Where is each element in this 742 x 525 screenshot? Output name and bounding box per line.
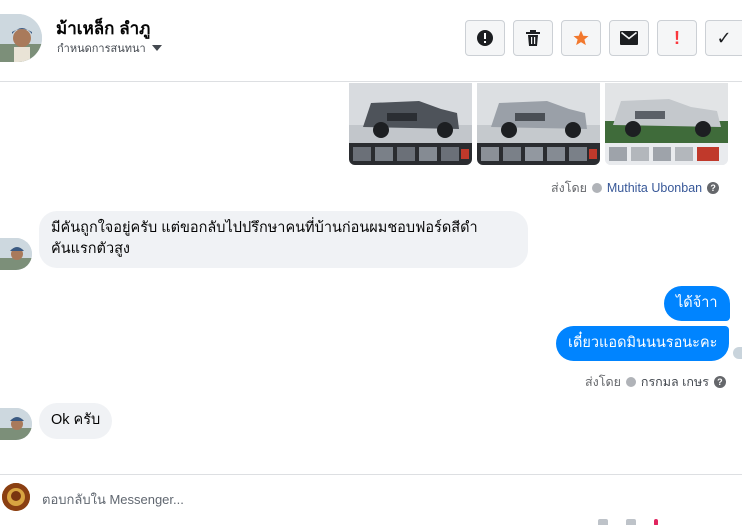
saved-reply-icon[interactable] — [654, 519, 658, 525]
admin-check-icon — [591, 183, 602, 193]
contact-avatar-small[interactable] — [0, 238, 32, 270]
message-thread[interactable]: ส่งโดย Muthita Ubonban ? มีคันถูกใจอยู่ค… — [0, 83, 742, 473]
help-icon[interactable]: ? — [713, 376, 726, 388]
delete-button[interactable] — [513, 20, 553, 56]
attachment-photo[interactable] — [605, 83, 728, 165]
composer-toolbar — [598, 519, 658, 525]
outgoing-message[interactable]: เดี๋ยวแอดมินนนรอนะคะ — [556, 326, 730, 361]
message-line: คันแรกตัวสูง — [51, 241, 131, 257]
sent-by-info: ส่งโดย Muthita Ubonban ? — [551, 178, 720, 198]
reply-composer: ตอบกลับใน Messenger... — [0, 474, 742, 525]
outgoing-message[interactable]: ได้จ้าา — [664, 286, 730, 321]
emoji-icon[interactable] — [626, 519, 636, 525]
mark-unread-button[interactable] — [609, 20, 649, 56]
sent-by-info: ส่งโดย กรกมล เกษร ? — [585, 372, 726, 392]
conversation-schedule-dropdown[interactable]: กำหนดการสนทนา — [57, 39, 162, 57]
contact-name[interactable]: ม้าเหล็ก ลำภู — [56, 15, 150, 42]
trash-icon — [526, 30, 540, 46]
follow-up-button[interactable]: ! — [657, 20, 697, 56]
truck-photo-2 — [477, 83, 600, 165]
page-avatar — [2, 483, 30, 511]
read-receipt-avatar — [733, 347, 742, 359]
attachment-icon[interactable] — [598, 519, 608, 525]
alert-circle-icon — [477, 30, 493, 46]
star-button[interactable] — [561, 20, 601, 56]
attachment-row — [349, 83, 728, 165]
sent-by-prefix: ส่งโดย — [551, 181, 587, 195]
message-line: มีคันถูกใจอยู่ครับ แต่ขอกลับไปปรึกษาคนที… — [51, 220, 478, 236]
truck-photo-3 — [605, 83, 728, 165]
conversation-header: ม้าเหล็ก ลำภู กำหนดการสนทนา ! ✓ — [0, 0, 742, 82]
sender-name[interactable]: Muthita Ubonban — [607, 181, 702, 195]
star-icon — [573, 30, 589, 46]
sender-name[interactable]: กรกมล เกษร — [641, 372, 709, 392]
exclamation-icon: ! — [674, 27, 680, 48]
admin-check-icon — [625, 377, 636, 387]
mark-spam-button[interactable] — [465, 20, 505, 56]
incoming-message[interactable]: Ok ครับ — [39, 403, 113, 439]
truck-photo-1 — [349, 83, 472, 165]
contact-avatar[interactable] — [0, 14, 42, 62]
mark-done-button[interactable]: ✓ — [705, 20, 742, 56]
conversation-schedule-label: กำหนดการสนทนา — [57, 43, 146, 55]
attachment-photo[interactable] — [477, 83, 600, 165]
contact-avatar-small[interactable] — [0, 408, 32, 440]
incoming-message[interactable]: มีคันถูกใจอยู่ครับ แต่ขอกลับไปปรึกษาคนที… — [39, 211, 528, 268]
check-icon: ✓ — [716, 27, 732, 48]
reply-input[interactable]: ตอบกลับใน Messenger... — [42, 489, 602, 510]
envelope-icon — [620, 31, 638, 45]
sent-by-prefix: ส่งโดย — [585, 375, 621, 389]
caret-down-icon — [151, 45, 162, 51]
attachment-photo[interactable] — [349, 83, 472, 165]
help-icon[interactable]: ? — [707, 182, 720, 194]
